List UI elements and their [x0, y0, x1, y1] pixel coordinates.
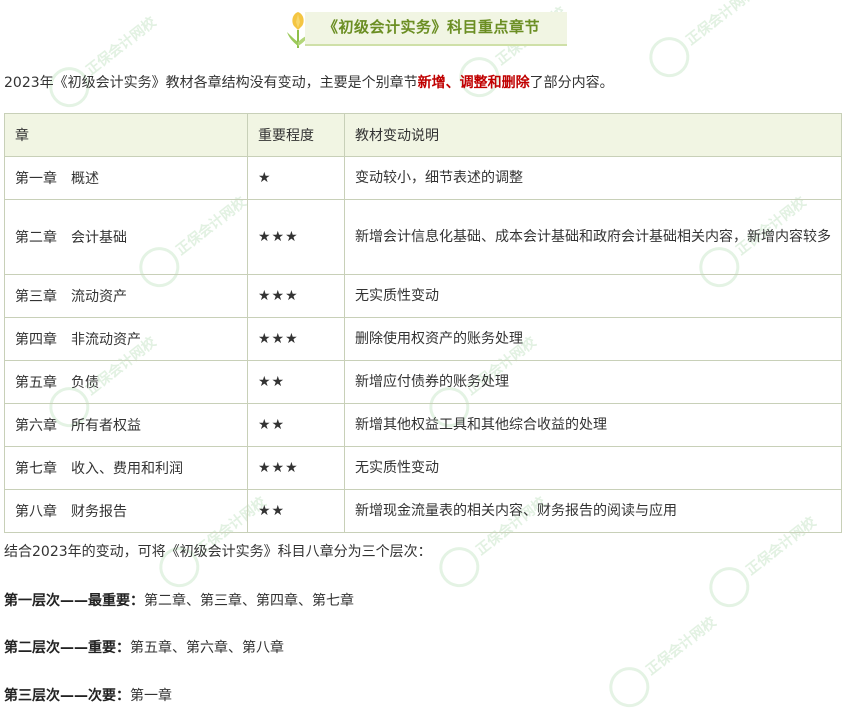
watermark: 正保会计网校 — [641, 0, 766, 86]
description-cell: 新增其他权益工具和其他综合收益的处理 — [344, 403, 842, 447]
chapter-cell: 第七章 收入、费用和利润 — [4, 446, 248, 490]
description-cell: 变动较小，细节表述的调整 — [344, 156, 842, 200]
importance-cell: ★★★ — [247, 274, 345, 318]
importance-cell: ★★★ — [247, 317, 345, 361]
table-row: 第六章 所有者权益 ★★ 新增其他权益工具和其他综合收益的处理 — [4, 403, 842, 447]
intro-paragraph: 2023年《初级会计实务》教材各章结构没有变动，主要是个别章节新增、调整和删除了… — [4, 72, 614, 92]
chapter-cell: 第四章 非流动资产 — [4, 317, 248, 361]
importance-cell: ★ — [247, 156, 345, 200]
importance-cell: ★★★ — [247, 446, 345, 490]
level-chapters: 第一章 — [130, 688, 172, 704]
table-row: 第四章 非流动资产 ★★★ 删除使用权资产的账务处理 — [4, 317, 842, 361]
table-row: 第二章 会计基础 ★★★ 新增会计信息化基础、成本会计基础和政府会计基础相关内容… — [4, 199, 842, 275]
chapter-cell: 第五章 负债 — [4, 360, 248, 404]
intro-prefix: 2023年《初级会计实务》教材各章结构没有变动，主要是个别章节 — [4, 75, 418, 91]
level-2: 第二层次——重要：第五章、第六章、第八章 — [4, 637, 284, 657]
header-chapter: 章 — [4, 113, 248, 157]
description-cell: 新增应付债券的账务处理 — [344, 360, 842, 404]
table-row: 第七章 收入、费用和利润 ★★★ 无实质性变动 — [4, 446, 842, 490]
level-chapters: 第五章、第六章、第八章 — [130, 640, 284, 656]
chapter-table: 章 重要程度 教材变动说明 第一章 概述 ★ 变动较小，细节表述的调整 第二章 … — [4, 113, 842, 533]
table-row: 第五章 负债 ★★ 新增应付债券的账务处理 — [4, 360, 842, 404]
intro-highlight: 新增、调整和删除 — [417, 75, 530, 91]
summary-text: 结合2023年的变动，可将《初级会计实务》科目八章分为三个层次： — [4, 544, 432, 560]
chapter-cell: 第八章 财务报告 — [4, 489, 248, 533]
table-row: 第三章 流动资产 ★★★ 无实质性变动 — [4, 274, 842, 318]
header-description: 教材变动说明 — [344, 113, 842, 157]
page-title: 《初级会计实务》科目重点章节 — [323, 18, 541, 36]
level-1: 第一层次——最重要：第二章、第三章、第四章、第七章 — [4, 590, 354, 610]
watermark: 正保会计网校 — [601, 605, 726, 715]
chapter-cell: 第三章 流动资产 — [4, 274, 248, 318]
level-3: 第三层次——次要：第一章 — [4, 685, 172, 705]
level-label: 第一层次——最重要： — [4, 593, 144, 609]
importance-cell: ★★ — [247, 360, 345, 404]
importance-cell: ★★★ — [247, 199, 345, 275]
importance-cell: ★★ — [247, 403, 345, 447]
description-cell: 无实质性变动 — [344, 446, 842, 490]
description-cell: 新增会计信息化基础、成本会计基础和政府会计基础相关内容，新增内容较多 — [344, 199, 842, 275]
level-label: 第三层次——次要： — [4, 688, 130, 704]
description-cell: 新增现金流量表的相关内容、财务报告的阅读与应用 — [344, 489, 842, 533]
importance-cell: ★★ — [247, 489, 345, 533]
intro-suffix: 了部分内容。 — [529, 75, 614, 91]
description-cell: 删除使用权资产的账务处理 — [344, 317, 842, 361]
chapter-cell: 第一章 概述 — [4, 156, 248, 200]
table-header-row: 章 重要程度 教材变动说明 — [4, 113, 842, 157]
header-importance: 重要程度 — [247, 113, 345, 157]
chapter-cell: 第六章 所有者权益 — [4, 403, 248, 447]
title-banner: 《初级会计实务》科目重点章节 — [283, 8, 569, 48]
watermark: 正保会计网校 — [41, 5, 166, 116]
table-row: 第一章 概述 ★ 变动较小，细节表述的调整 — [4, 156, 842, 200]
description-cell: 无实质性变动 — [344, 274, 842, 318]
level-chapters: 第二章、第三章、第四章、第七章 — [144, 593, 354, 609]
chapter-cell: 第二章 会计基础 — [4, 199, 248, 275]
table-row: 第八章 财务报告 ★★ 新增现金流量表的相关内容、财务报告的阅读与应用 — [4, 489, 842, 533]
level-label: 第二层次——重要： — [4, 640, 130, 656]
